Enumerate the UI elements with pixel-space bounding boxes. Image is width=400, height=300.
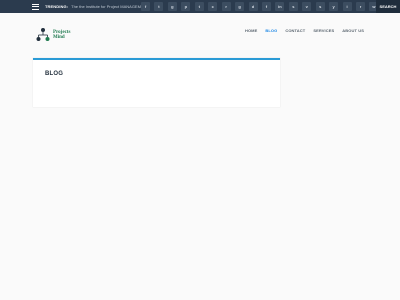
reddit-icon[interactable]: r	[356, 2, 365, 11]
share-icon[interactable]: s	[288, 2, 298, 11]
nav-item-blog[interactable]: BLOG	[265, 28, 277, 33]
main-nav: HOME BLOG CONTACT SERVICES ABOUT US	[245, 28, 364, 33]
flickr-icon[interactable]: f	[261, 2, 271, 11]
pinterest-icon[interactable]: p	[181, 2, 191, 11]
page-title-card: BLOG	[33, 58, 280, 107]
nav-item-about-us[interactable]: ABOUT US	[342, 28, 364, 33]
site-header: Projects Mind HOME BLOG CONTACT SERVICES…	[0, 13, 400, 57]
twitter-icon[interactable]: t	[154, 2, 164, 11]
nav-item-home[interactable]: HOME	[245, 28, 257, 33]
menu-icon[interactable]	[32, 3, 39, 10]
instagram-icon[interactable]: i	[342, 2, 352, 11]
nav-item-services[interactable]: SERVICES	[313, 28, 334, 33]
github-icon[interactable]: g	[235, 2, 245, 11]
site-logo[interactable]: Projects Mind	[36, 25, 76, 45]
youtube-icon[interactable]: y	[329, 2, 339, 11]
org-chart-logo-icon	[36, 28, 50, 41]
social-links: ftgptcrgdfinsvsyirwb	[141, 2, 396, 11]
top-bar: TRENDING: The the Institute for Project …	[0, 0, 400, 13]
google-plus-icon[interactable]: g	[167, 2, 177, 11]
trending-label: TRENDING:	[45, 4, 69, 9]
nav-item-contact[interactable]: CONTACT	[285, 28, 305, 33]
dribbble-icon[interactable]: d	[248, 2, 258, 11]
vimeo-icon[interactable]: v	[302, 2, 312, 11]
linkedin-icon[interactable]: in	[275, 2, 285, 11]
search-button[interactable]: SEARCH	[376, 0, 400, 13]
tumblr-icon[interactable]: t	[194, 2, 204, 11]
cloud-icon[interactable]: c	[208, 2, 218, 11]
rss-icon[interactable]: r	[221, 2, 231, 11]
skype-icon[interactable]: s	[315, 2, 325, 11]
trending-headline-link[interactable]: The the Institute for Project MANAGEMENT	[71, 4, 149, 9]
facebook-icon[interactable]: f	[141, 2, 150, 11]
logo-text-line2: Mind	[53, 35, 65, 40]
page-title: BLOG	[45, 71, 64, 77]
